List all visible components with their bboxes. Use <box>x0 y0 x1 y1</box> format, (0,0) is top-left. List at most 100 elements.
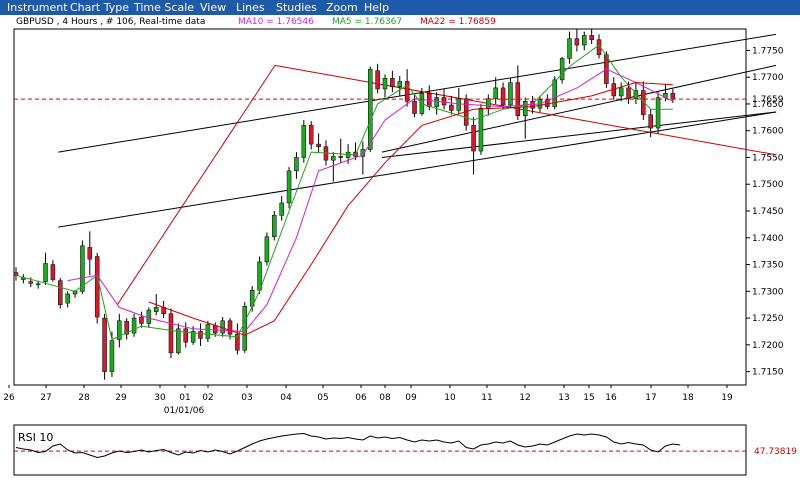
candle-body <box>205 324 211 339</box>
menu-studies[interactable]: Studies <box>276 1 317 14</box>
candle-body <box>168 313 174 354</box>
candle-body <box>43 263 48 282</box>
rsi-value-label: 47.73819 <box>754 447 797 457</box>
candle-body <box>227 320 233 335</box>
menu-bar: Instrument Chart Type Time Scale View Li… <box>0 0 800 15</box>
candle-body <box>213 325 218 334</box>
candle-body <box>397 81 403 88</box>
date-tick-label: 26 <box>3 393 15 403</box>
price-tick-label: 1.7500 <box>752 180 784 190</box>
candle-body <box>412 101 417 114</box>
candle-body <box>58 280 63 305</box>
candle-body <box>28 281 34 284</box>
candle-body <box>449 104 454 111</box>
ma22-legend: MA22 = 1.76859 <box>420 17 496 27</box>
menu-zoom[interactable]: Zoom <box>326 1 358 14</box>
candle-body <box>618 87 624 97</box>
trend-lines <box>58 33 777 305</box>
menu-help[interactable]: Help <box>364 1 389 14</box>
candle-body <box>94 256 100 318</box>
date-tick-label: 13 <box>558 393 569 403</box>
candle-body <box>478 107 484 152</box>
candle-body <box>493 87 498 99</box>
candle-body <box>146 309 152 324</box>
candle-body <box>131 317 137 334</box>
candle-body <box>264 236 270 263</box>
candle-body <box>559 58 565 81</box>
candle-body <box>626 87 631 99</box>
rsi-panel-frame <box>13 424 747 476</box>
menu-instrument[interactable]: Instrument <box>7 1 68 14</box>
date-tick-label: 04 <box>280 393 292 403</box>
menu-view[interactable]: View <box>200 1 226 14</box>
candle-body <box>242 306 248 351</box>
candle-body <box>279 202 284 216</box>
date-tick-label: 16 <box>605 393 617 403</box>
date-tick-label: 02 <box>202 393 213 403</box>
date-tick-label: 15 <box>583 393 594 403</box>
candle-body <box>87 247 93 260</box>
candle-body <box>582 35 587 46</box>
candle-body <box>404 81 410 102</box>
candle-body <box>109 340 115 372</box>
date-axis: 26 27 28 29 30 01 02 03 04 05 06 08 09 10 11 12 13 15 16 17… <box>3 385 733 416</box>
candle-body <box>367 68 373 150</box>
price-tick-label: 1.7450 <box>752 207 784 217</box>
chart-window: GBPUSD , 4 Hours , # 106, Real-time data… <box>0 15 800 480</box>
menu-chart-type[interactable]: Chart Type <box>70 1 129 14</box>
date-tick-label: 30 <box>154 393 166 403</box>
date-tick-label: 09 <box>405 393 417 403</box>
candle-body <box>198 331 203 339</box>
candle-body <box>486 98 491 109</box>
price-tick-label: 1.7250 <box>752 314 784 324</box>
candle-body <box>301 125 307 158</box>
menu-time-scale[interactable]: Time Scale <box>134 1 194 14</box>
candle-body <box>50 264 56 280</box>
date-tick-label: 11 <box>481 393 492 403</box>
rsi-title: RSI 10 <box>18 431 53 444</box>
date-tick-label: 01 <box>179 393 190 403</box>
menu-lines[interactable]: Lines <box>236 1 265 14</box>
price-tick-label: 1.7600 <box>752 127 784 137</box>
candle-body <box>390 78 395 88</box>
channel-2-lower-line <box>381 111 777 158</box>
candle-body <box>382 78 388 90</box>
candle-body <box>35 283 41 286</box>
candle-body <box>13 272 19 276</box>
candle-body <box>655 97 661 129</box>
moving-averages <box>15 44 674 341</box>
candle-body <box>139 316 144 324</box>
candle-body <box>176 328 181 354</box>
channel-2-upper-line <box>381 64 777 153</box>
candle-body <box>183 328 188 343</box>
candle-body <box>500 87 506 106</box>
candle-body <box>153 307 159 312</box>
candle-body <box>471 125 476 152</box>
date-tick-label: 08 <box>379 393 391 403</box>
red-resistance-line <box>116 65 276 305</box>
candle-body <box>567 38 572 59</box>
date-tick-label: 19 <box>721 393 733 403</box>
candle-body <box>589 35 594 40</box>
candle-body <box>102 317 107 372</box>
candle-body <box>308 125 314 145</box>
date-tick-label: 18 <box>682 393 694 403</box>
date-tick-label: 05 <box>317 393 328 403</box>
price-tick-label: 1.7700 <box>752 73 784 83</box>
price-tick-label: 1.7150 <box>752 368 784 378</box>
date-tick-label: 10 <box>444 393 456 403</box>
candle-body <box>508 82 513 106</box>
ma10-legend: MA10 = 1.76546 <box>238 17 314 27</box>
candle-body <box>574 38 580 46</box>
channel-lower-line <box>58 111 777 228</box>
date-tick-label: 06 <box>355 393 367 403</box>
date-tick-label: 17 <box>645 393 656 403</box>
candle-body <box>286 170 292 204</box>
price-tick-label: 1.7300 <box>752 287 784 297</box>
candle-body <box>522 101 528 116</box>
candle-body <box>338 156 343 158</box>
date-sublabel: 01/01/06 <box>164 406 205 416</box>
price-tick-label: 1.7200 <box>752 341 784 351</box>
ma5-legend: MA5 = 1.76367 <box>332 17 402 27</box>
price-chart[interactable]: GBPUSD , 4 Hours , # 106, Real-time data… <box>0 15 800 480</box>
